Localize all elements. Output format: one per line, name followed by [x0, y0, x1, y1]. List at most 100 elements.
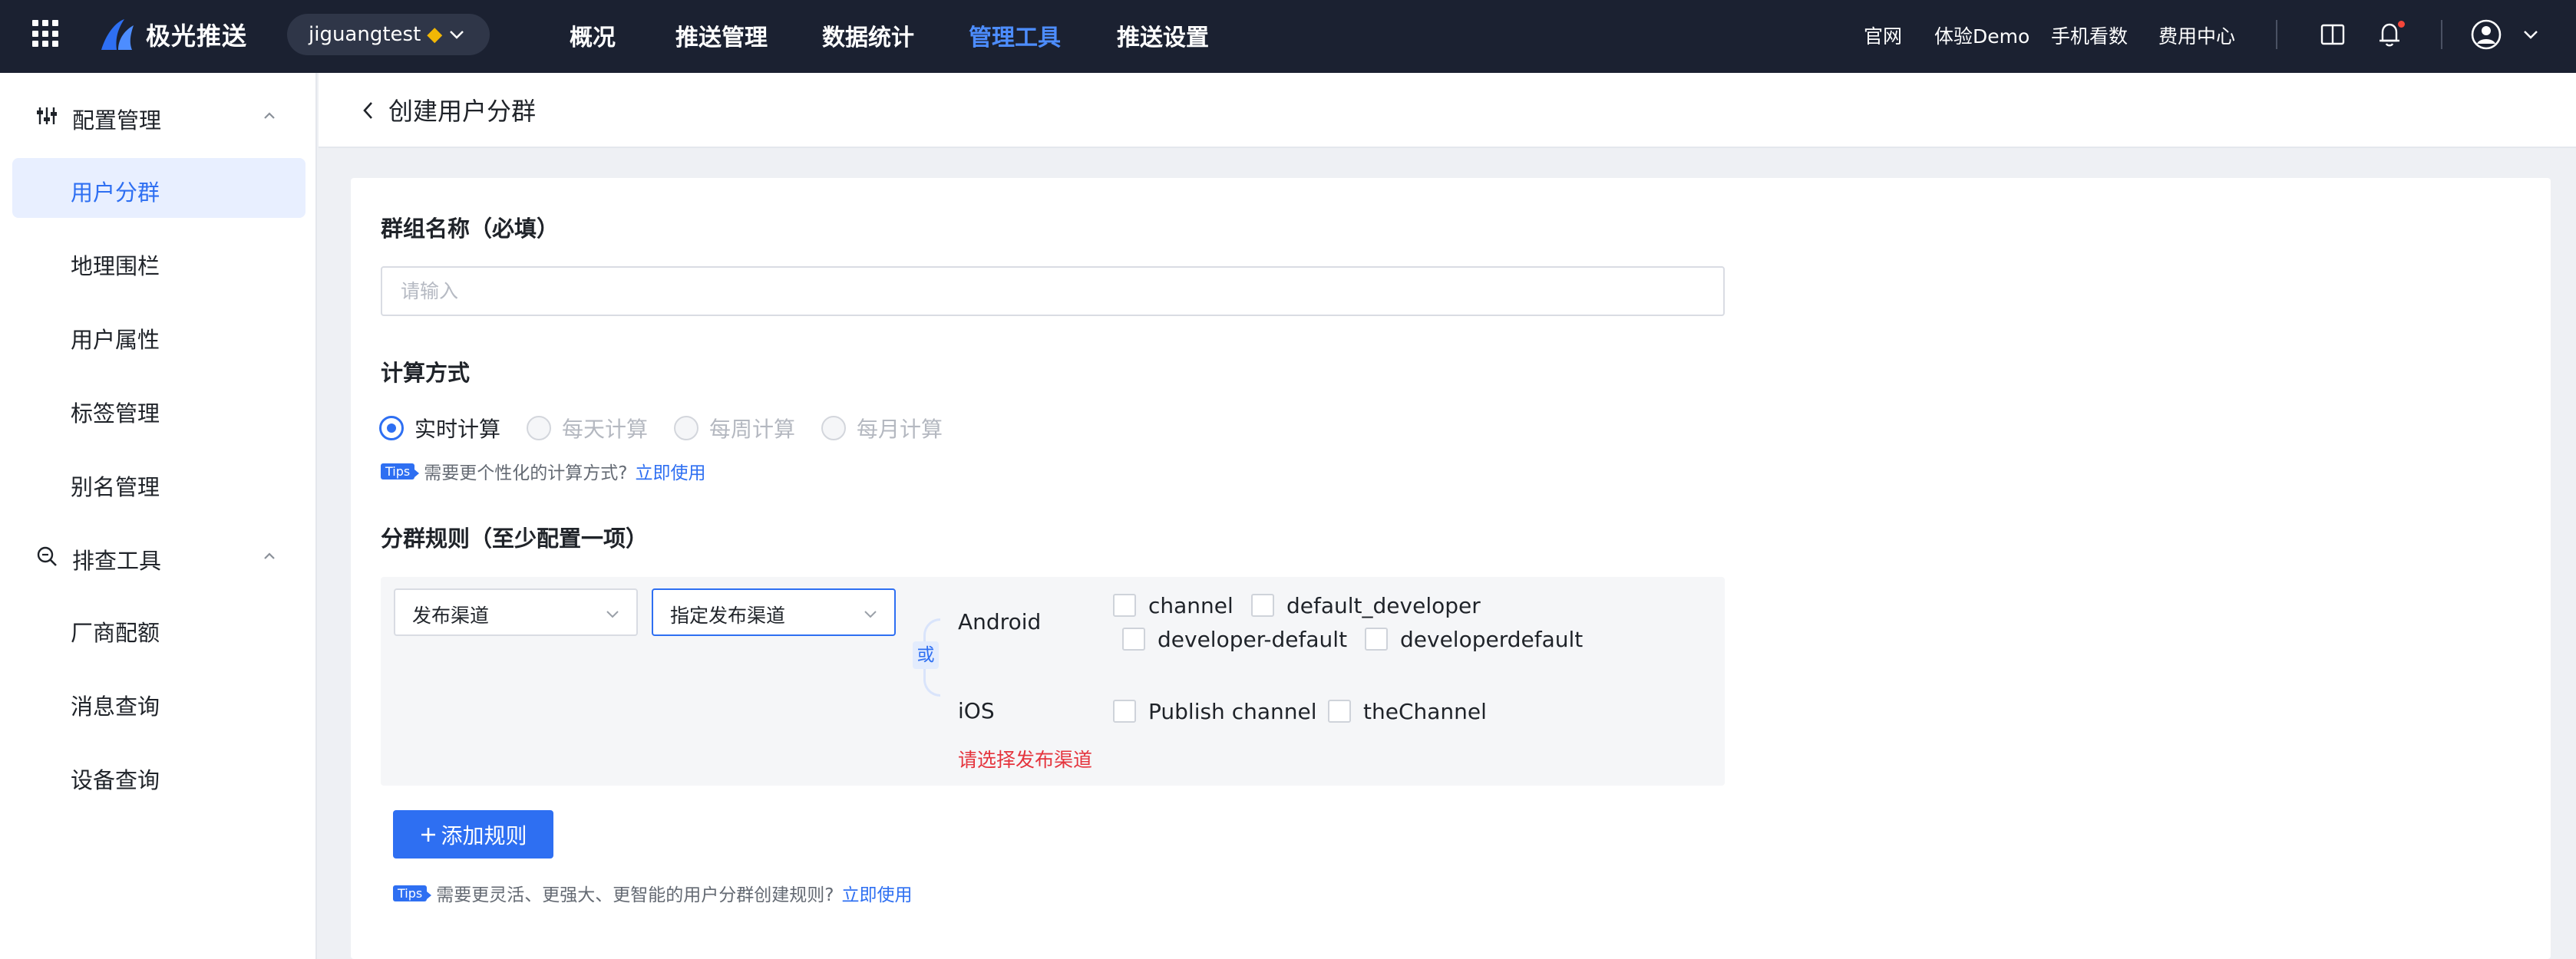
channel-error-message: 请选择发布渠道	[958, 749, 1093, 771]
page-header	[319, 73, 2576, 148]
checkbox-label: Publish channel	[1148, 698, 1317, 724]
nav-push-settings[interactable]: 推送设置	[1117, 18, 1209, 52]
radio-label: 每周计算	[709, 417, 796, 442]
sidebar-item-label: 标签管理	[71, 400, 160, 427]
sidebar-item-label: 用户属性	[71, 327, 160, 353]
sidebar-group-config[interactable]: 配置管理	[0, 87, 317, 144]
radio-weekly[interactable]: 每周计算	[674, 413, 795, 443]
radio-circle	[379, 416, 404, 440]
checkbox-label: default_developer	[1286, 592, 1481, 618]
radio-daily[interactable]: 每天计算	[527, 413, 648, 443]
sidebar-item-user-segments[interactable]: 用户分群	[12, 158, 305, 218]
chevron-down-icon[interactable]	[2521, 25, 2541, 44]
checkbox-box	[1251, 594, 1274, 617]
logo[interactable]: 极光推送	[98, 15, 247, 54]
sidebar-item-geofence[interactable]: 地理围栏	[12, 232, 305, 292]
sidebar-item-alias-management[interactable]: 别名管理	[12, 453, 305, 512]
checkbox-publish-channel[interactable]: Publish channel	[1113, 698, 1317, 724]
group-name-input[interactable]	[381, 266, 1725, 316]
platform-android: Android	[958, 609, 1042, 634]
checkbox-default-developer[interactable]: default_developer	[1251, 592, 1481, 618]
add-rule-button[interactable]: 添加规则	[393, 810, 553, 858]
rule-field-select[interactable]: 发布渠道	[394, 588, 638, 636]
radio-circle	[674, 416, 698, 440]
chevron-down-icon	[450, 31, 464, 39]
search-debug-icon	[37, 546, 57, 566]
sidebar-item-label: 设备查询	[71, 767, 160, 793]
nav-management-tools[interactable]: 管理工具	[969, 18, 1061, 52]
page-title: 创建用户分群	[388, 97, 537, 126]
plus-icon	[421, 827, 436, 842]
sidebar-item-label: 厂商配额	[71, 620, 160, 646]
sidebar-item-message-query[interactable]: 消息查询	[12, 672, 305, 732]
tips-text: 需要更个性化的计算方式?	[424, 463, 628, 483]
jpush-logo-icon	[101, 19, 134, 50]
add-rule-label: 添加规则	[441, 822, 527, 849]
link-billing[interactable]: 费用中心	[2158, 21, 2235, 49]
calc-tips: Tips 需要更个性化的计算方式? 立即使用	[381, 459, 705, 483]
checkbox-developerdefault[interactable]: developerdefault	[1365, 626, 1583, 652]
user-avatar-icon[interactable]	[2470, 18, 2502, 51]
checkbox-box	[1365, 628, 1388, 651]
link-mobile-stats[interactable]: 手机看数	[2051, 21, 2128, 49]
sidebar-group-label: 排查工具	[72, 548, 162, 574]
gem-icon: ◆	[427, 23, 443, 46]
chevron-up-icon	[264, 552, 275, 559]
radio-monthly[interactable]: 每月计算	[821, 413, 943, 443]
sliders-icon	[37, 107, 57, 124]
link-demo[interactable]: 体验Demo	[1934, 21, 2029, 49]
select-value: 指定发布渠道	[670, 605, 786, 627]
sidebar-item-device-query[interactable]: 设备查询	[12, 746, 305, 806]
radio-label: 每天计算	[562, 417, 649, 442]
radio-circle	[821, 416, 846, 440]
sidebar-item-label: 消息查询	[71, 694, 160, 720]
nav-overview[interactable]: 概况	[570, 18, 616, 52]
tips-badge: Tips	[393, 885, 432, 901]
checkbox-box	[1113, 594, 1136, 617]
radio-realtime[interactable]: 实时计算	[379, 413, 500, 443]
checkbox-box	[1113, 700, 1136, 723]
app-selector[interactable]: jiguangtest ◆	[287, 14, 490, 55]
book-icon[interactable]	[2320, 21, 2346, 48]
sidebar-item-label: 用户分群	[71, 180, 160, 206]
sidebar-item-tag-management[interactable]: 标签管理	[12, 379, 305, 439]
top-navbar: 极光推送 jiguangtest ◆ 概况 推送管理 数据统计 管理工具 推送设…	[0, 0, 2576, 73]
divider	[2276, 20, 2277, 49]
link-official-site[interactable]: 官网	[1864, 21, 1902, 49]
sidebar-item-label: 地理围栏	[71, 253, 160, 279]
chevron-up-icon	[264, 112, 275, 119]
tips-link[interactable]: 立即使用	[841, 880, 912, 906]
checkbox-label: developer-default	[1158, 626, 1348, 652]
nav-push-management[interactable]: 推送管理	[675, 18, 768, 52]
sidebar-group-label: 配置管理	[72, 107, 162, 133]
platform-ios: iOS	[958, 698, 995, 723]
rule-operator-select[interactable]: 指定发布渠道	[652, 588, 896, 636]
radio-label: 每月计算	[857, 417, 943, 442]
select-value: 发布渠道	[412, 605, 490, 627]
radio-label: 实时计算	[414, 417, 501, 442]
checkbox-thechannel[interactable]: theChannel	[1328, 698, 1487, 724]
back-icon[interactable]	[359, 97, 378, 124]
sidebar-group-debug-tools[interactable]: 排查工具	[0, 528, 317, 585]
notification-dot	[2398, 21, 2405, 28]
app-name: jiguangtest	[309, 23, 421, 46]
checkbox-box	[1122, 628, 1145, 651]
tips-link[interactable]: 立即使用	[635, 458, 705, 484]
tips-badge: Tips	[381, 463, 420, 480]
checkbox-box	[1328, 700, 1351, 723]
sidebar-item-vendor-quota[interactable]: 厂商配额	[12, 598, 305, 658]
checkbox-channel[interactable]: channel	[1113, 592, 1234, 618]
radio-circle	[527, 416, 551, 440]
nav-statistics[interactable]: 数据统计	[822, 18, 914, 52]
logo-text: 极光推送	[146, 21, 248, 51]
chevron-down-icon	[606, 611, 619, 618]
app-grid-icon[interactable]	[32, 20, 60, 48]
checkbox-developer-default[interactable]: developer-default	[1122, 626, 1347, 652]
tips-text: 需要更灵活、更强大、更智能的用户分群创建规则?	[436, 885, 834, 905]
rules-label: 分群规则（至少配置一项）	[381, 526, 649, 552]
chevron-down-icon	[864, 611, 877, 618]
sidebar-item-user-attributes[interactable]: 用户属性	[12, 305, 305, 365]
group-name-label: 群组名称（必填）	[381, 216, 560, 242]
checkbox-label: developerdefault	[1400, 626, 1584, 652]
divider	[2441, 20, 2442, 49]
